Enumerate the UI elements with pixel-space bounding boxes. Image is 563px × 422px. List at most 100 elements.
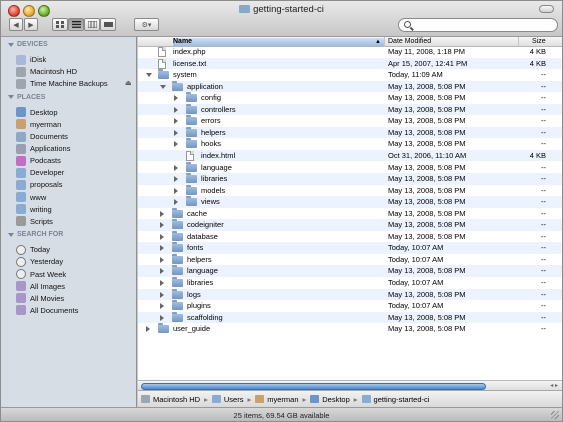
disclosure-closed-icon[interactable] bbox=[174, 199, 178, 206]
disclosure-closed-icon[interactable] bbox=[160, 314, 164, 321]
list-view-button[interactable] bbox=[68, 18, 84, 31]
eject-icon[interactable]: ⏏ bbox=[125, 79, 132, 87]
cover-flow-button[interactable] bbox=[100, 18, 116, 31]
path-item-myerman[interactable]: myerman bbox=[255, 395, 299, 404]
disclosure-triangle-icon[interactable] bbox=[8, 95, 14, 100]
sidebar-item-proposals[interactable]: proposals bbox=[16, 179, 63, 191]
sidebar-item-today[interactable]: Today bbox=[16, 244, 50, 256]
path-item-users[interactable]: Users bbox=[211, 395, 243, 404]
sidebar-item-macintosh-hd[interactable]: Macintosh HD bbox=[16, 66, 77, 78]
table-row[interactable]: config May 13, 2008, 5:08 PM -- bbox=[138, 92, 562, 104]
table-row[interactable]: index.php May 11, 2008, 1:18 PM 4 KB bbox=[138, 46, 562, 58]
sidebar-item-all-images[interactable]: All Images bbox=[16, 280, 65, 292]
table-row[interactable]: helpers May 13, 2008, 5:08 PM -- bbox=[138, 126, 562, 139]
table-row[interactable]: user_guide May 13, 2008, 5:08 PM -- bbox=[138, 323, 562, 335]
sidebar-item-www[interactable]: www bbox=[16, 191, 46, 203]
sidebar-item-past-week[interactable]: Past Week bbox=[16, 268, 66, 280]
icon-view-button[interactable] bbox=[52, 18, 68, 31]
disclosure-closed-icon[interactable] bbox=[174, 141, 178, 148]
sidebar-item-documents[interactable]: Documents bbox=[16, 131, 68, 143]
search-field[interactable] bbox=[398, 18, 558, 32]
sidebar-item-scripts[interactable]: Scripts bbox=[16, 215, 53, 227]
table-row[interactable]: index.html Oct 31, 2006, 11:10 AM 4 KB bbox=[138, 149, 562, 162]
disclosure-closed-icon[interactable] bbox=[160, 256, 164, 263]
sidebar-item-myerman[interactable]: myerman bbox=[16, 118, 61, 130]
disclosure-closed-icon[interactable] bbox=[160, 222, 164, 229]
sidebar-item-writing[interactable]: writing bbox=[16, 203, 52, 215]
table-row[interactable]: license.txt Apr 15, 2007, 12:41 PM 4 KB bbox=[138, 57, 562, 70]
path-item-getting-started-ci[interactable]: getting-started-ci bbox=[361, 395, 429, 404]
disclosure-triangle-icon[interactable] bbox=[8, 42, 14, 47]
disclosure-closed-icon[interactable] bbox=[160, 280, 164, 286]
action-menu-button[interactable]: ⚙▾ bbox=[134, 18, 159, 31]
disclosure-closed-icon[interactable] bbox=[174, 106, 178, 113]
date-column-header[interactable]: Date Modified bbox=[388, 38, 431, 45]
table-row[interactable]: models May 13, 2008, 5:08 PM -- bbox=[138, 184, 562, 197]
table-row[interactable]: hooks May 13, 2008, 5:08 PM -- bbox=[138, 138, 562, 150]
table-row[interactable]: logs May 13, 2008, 5:08 PM -- bbox=[138, 288, 562, 301]
forward-button[interactable]: ▶ bbox=[24, 18, 38, 31]
disclosure-closed-icon[interactable] bbox=[160, 268, 164, 275]
table-row[interactable]: language May 13, 2008, 5:08 PM -- bbox=[138, 265, 562, 277]
disclosure-closed-icon[interactable] bbox=[146, 326, 150, 333]
disclosure-closed-icon[interactable] bbox=[160, 210, 164, 217]
sidebar-item-all-movies[interactable]: All Movies bbox=[16, 292, 64, 304]
toolbar-toggle-button[interactable] bbox=[539, 5, 554, 13]
back-button[interactable]: ◀ bbox=[9, 18, 23, 31]
table-row[interactable]: libraries May 13, 2008, 5:08 PM -- bbox=[138, 173, 562, 185]
table-row[interactable]: language May 13, 2008, 5:08 PM -- bbox=[138, 161, 562, 174]
table-row[interactable]: helpers Today, 10:07 AM -- bbox=[138, 253, 562, 266]
sidebar-item-label: All Images bbox=[30, 281, 66, 291]
table-row[interactable]: views May 13, 2008, 5:08 PM -- bbox=[138, 196, 562, 208]
disclosure-closed-icon[interactable] bbox=[174, 176, 178, 183]
sidebar-item-yesterday[interactable]: Yesterday bbox=[16, 256, 63, 268]
disclosure-closed-icon[interactable] bbox=[174, 164, 178, 171]
folder-icon bbox=[16, 192, 26, 202]
disclosure-closed-icon[interactable] bbox=[160, 303, 164, 310]
disclosure-closed-icon[interactable] bbox=[160, 291, 164, 298]
sidebar-item-desktop[interactable]: Desktop bbox=[16, 106, 58, 118]
sidebar-section-devices[interactable]: DEVICES bbox=[8, 41, 48, 48]
column-view-button[interactable] bbox=[84, 18, 100, 31]
disclosure-closed-icon[interactable] bbox=[174, 187, 178, 194]
table-row[interactable]: database May 13, 2008, 5:08 PM -- bbox=[138, 230, 562, 243]
disclosure-open-icon[interactable] bbox=[160, 84, 166, 89]
table-row[interactable]: codeigniter May 13, 2008, 5:08 PM -- bbox=[138, 219, 562, 231]
disclosure-closed-icon[interactable] bbox=[160, 233, 164, 240]
sidebar-item-podcasts[interactable]: Podcasts bbox=[16, 155, 61, 167]
path-item-desktop[interactable]: Desktop bbox=[310, 395, 350, 404]
scroll-arrows-icon[interactable]: ◂ ▸ bbox=[550, 382, 558, 389]
table-row[interactable]: plugins Today, 10:07 AM -- bbox=[138, 300, 562, 312]
horizontal-scrollbar[interactable]: ◂ ▸ bbox=[138, 380, 562, 390]
date-modified: Today, 10:07 AM bbox=[388, 243, 444, 253]
sidebar-section-places[interactable]: PLACES bbox=[8, 94, 45, 101]
scroll-thumb[interactable] bbox=[141, 382, 486, 390]
table-row[interactable]: fonts Today, 10:07 AM -- bbox=[138, 242, 562, 254]
table-row[interactable]: application May 13, 2008, 5:08 PM -- bbox=[138, 80, 562, 93]
table-row[interactable]: system Today, 11:09 AM -- bbox=[138, 69, 562, 81]
size-column-header[interactable]: Size bbox=[532, 38, 546, 45]
disclosure-closed-icon[interactable] bbox=[174, 118, 178, 125]
disclosure-closed-icon[interactable] bbox=[160, 245, 164, 252]
disclosure-triangle-icon[interactable] bbox=[8, 232, 14, 237]
table-row[interactable]: cache May 13, 2008, 5:08 PM -- bbox=[138, 207, 562, 220]
resize-grip-icon[interactable] bbox=[551, 411, 559, 419]
gear-icon: ⚙▾ bbox=[141, 21, 152, 29]
table-row[interactable]: controllers May 13, 2008, 5:08 PM -- bbox=[138, 103, 562, 116]
sidebar-item-idisk[interactable]: iDisk bbox=[16, 54, 46, 66]
sidebar-item-all-documents[interactable]: All Documents bbox=[16, 304, 78, 316]
table-row[interactable]: errors May 13, 2008, 5:08 PM -- bbox=[138, 115, 562, 127]
name-column-header[interactable]: Name ▲ bbox=[173, 38, 384, 46]
table-row[interactable]: libraries Today, 10:07 AM -- bbox=[138, 277, 562, 289]
sidebar-section-search-for[interactable]: SEARCH FOR bbox=[8, 231, 63, 238]
sidebar-item-developer[interactable]: Developer bbox=[16, 167, 64, 179]
file-size: -- bbox=[541, 301, 546, 311]
path-item-macintosh-hd[interactable]: Macintosh HD bbox=[141, 395, 200, 404]
table-row[interactable]: scaffolding May 13, 2008, 5:08 PM -- bbox=[138, 311, 562, 324]
sidebar-item-time-machine-backups[interactable]: Time Machine Backups bbox=[16, 78, 108, 90]
disclosure-open-icon[interactable] bbox=[146, 73, 152, 78]
home-icon bbox=[16, 119, 26, 130]
disclosure-closed-icon[interactable] bbox=[174, 129, 178, 136]
sidebar-item-applications[interactable]: Applications bbox=[16, 143, 70, 155]
disclosure-closed-icon[interactable] bbox=[174, 95, 178, 102]
